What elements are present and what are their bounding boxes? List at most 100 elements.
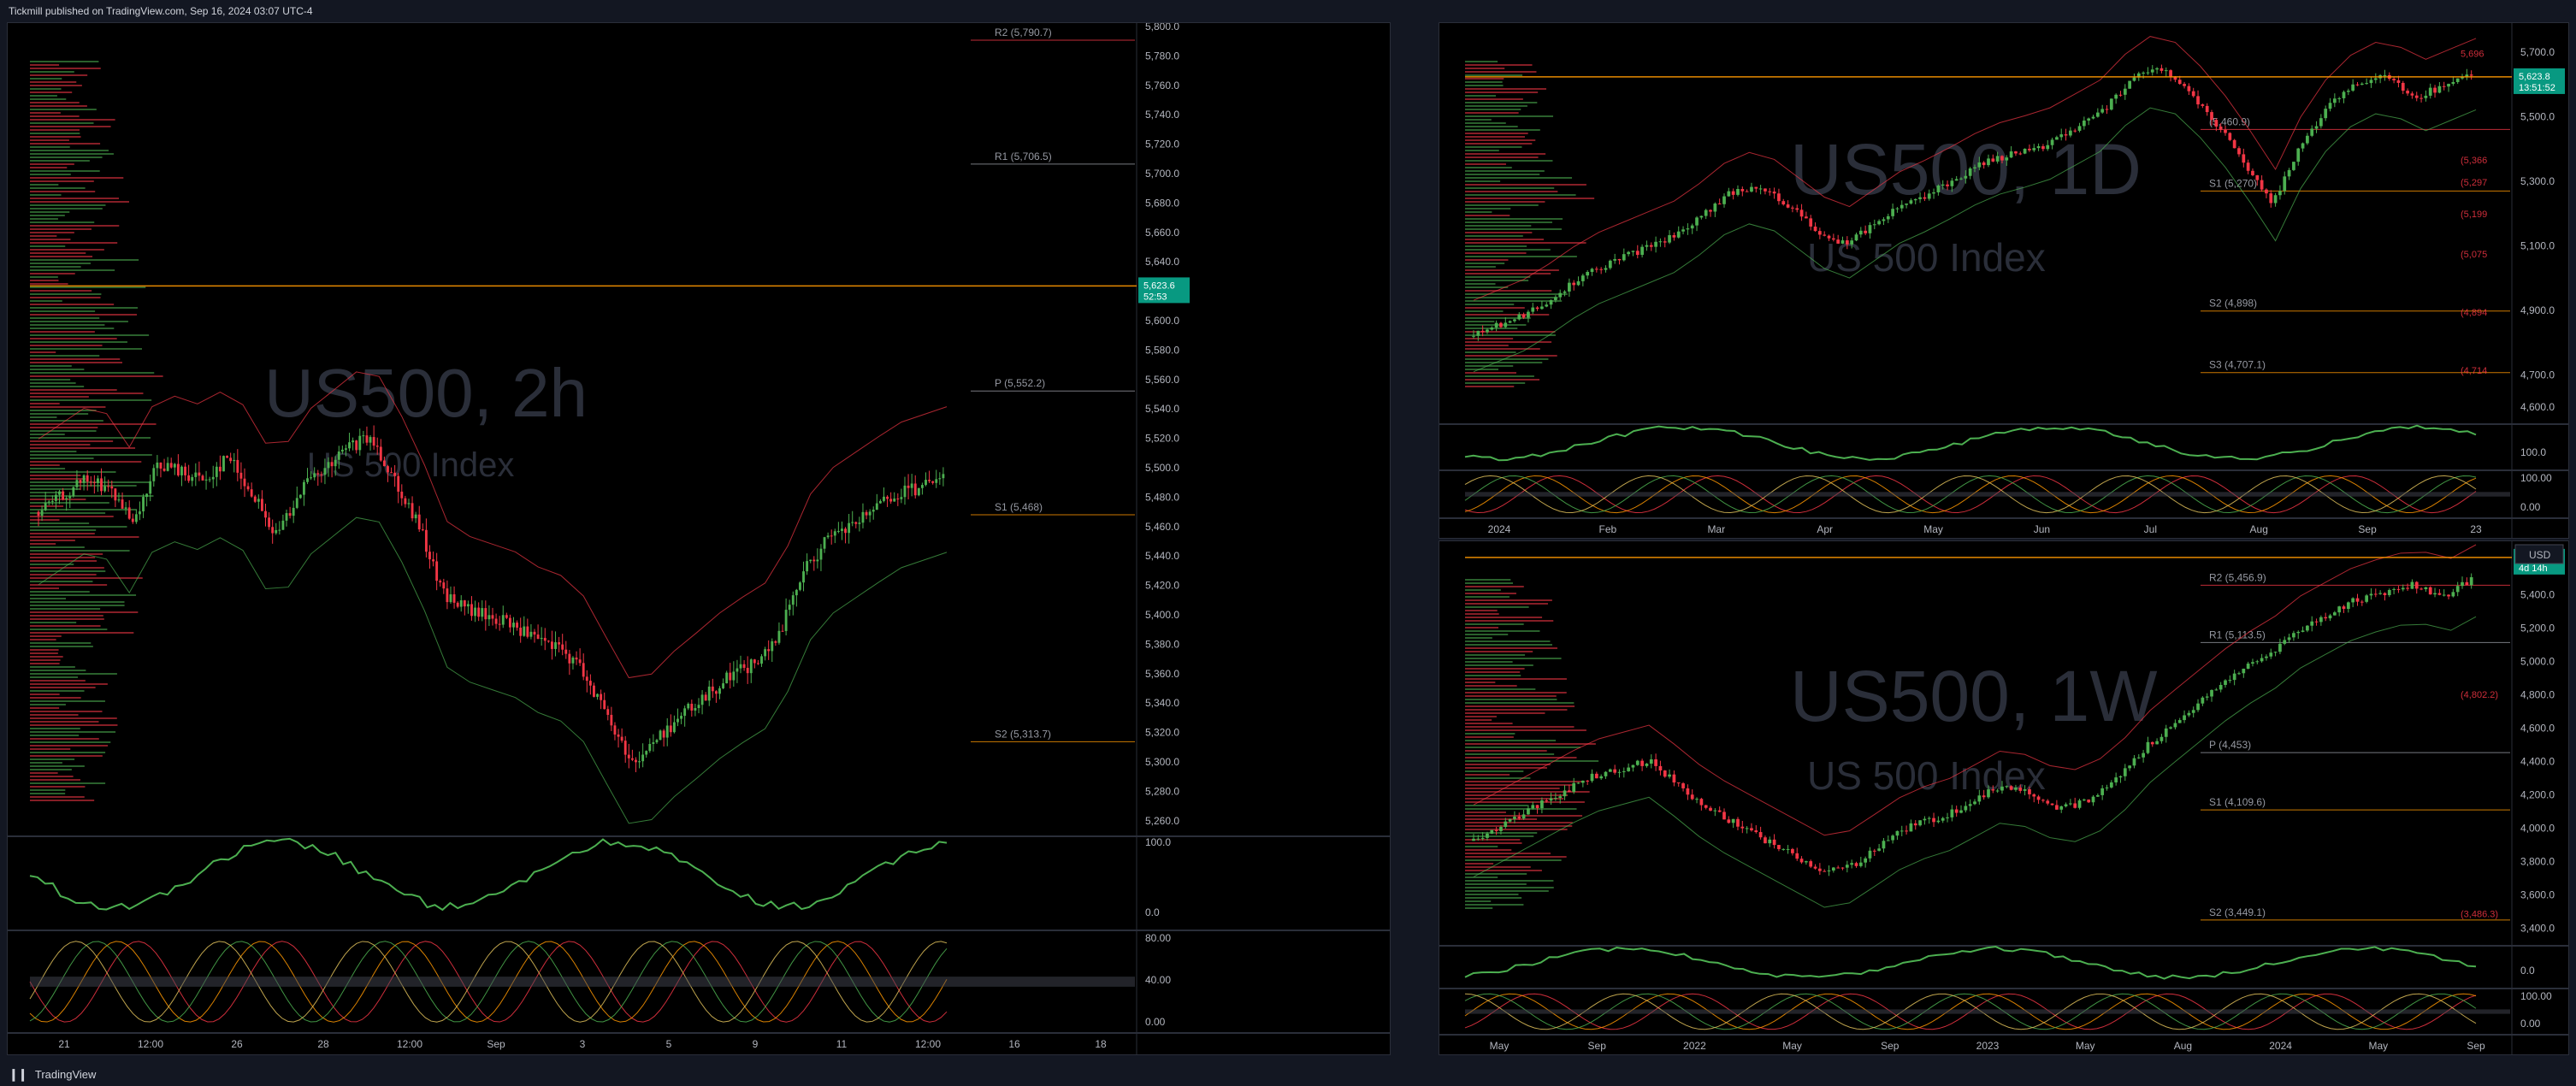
volume-profile-bar	[1465, 764, 1551, 765]
pivot-label: S1 (4,109.6)	[2209, 796, 2266, 808]
candle-body	[925, 480, 927, 486]
price-axis-label: 5,380.0	[1145, 638, 1179, 650]
volume-profile-bar	[1465, 685, 1517, 687]
time-axis-label: May	[1782, 1040, 1802, 1052]
time-axis-label: Apr	[1817, 523, 1833, 535]
volume-profile-bar	[1465, 623, 1524, 625]
candle-body	[139, 511, 141, 515]
candle-body	[1521, 814, 1526, 819]
volume-profile-bar	[1465, 688, 1536, 690]
candle-body	[1918, 820, 1922, 826]
volume-profile-bar	[30, 304, 115, 305]
candle-body	[79, 480, 82, 483]
candle-body	[82, 475, 86, 483]
candle-body	[2082, 121, 2086, 127]
volume-profile-bar	[30, 245, 66, 247]
candle-body	[1658, 765, 1663, 771]
candle-body	[1568, 282, 1571, 292]
candle-body	[1850, 240, 1854, 245]
chart-1w-canvas[interactable]: US500, 1WUS 500 Index5,600.05,400.05,200…	[1439, 541, 2569, 1055]
candle-body	[1795, 208, 1799, 210]
candle-body	[156, 462, 159, 469]
price-axis-label: 5,460.0	[1145, 521, 1179, 533]
candle-body	[2246, 664, 2250, 670]
candle-body	[2191, 91, 2195, 97]
candle-body	[564, 649, 568, 654]
pivot-label: S2 (3,449.1)	[2209, 906, 2266, 918]
volume-profile-bar	[1465, 740, 1557, 741]
volume-profile-bar	[30, 293, 102, 295]
volume-profile-bar	[30, 642, 92, 644]
candle-body	[97, 478, 99, 483]
candle-body	[1476, 838, 1480, 840]
candle-body	[1895, 830, 1900, 836]
volume-profile-bar	[30, 88, 62, 90]
candle-body	[2005, 786, 2009, 788]
volume-profile-bar	[1465, 664, 1533, 666]
candle-body	[907, 485, 910, 488]
candle-body	[86, 475, 89, 482]
chart-pane-1d[interactable]: US500, 1D US 500 Index 5,700.0 5,500.0 5,300…	[1439, 22, 2569, 539]
volume-profile-bar	[30, 745, 109, 747]
candle-body	[2419, 97, 2423, 99]
volume-profile-bar	[30, 78, 62, 80]
candle-body	[89, 481, 92, 483]
candle-body	[903, 485, 907, 498]
candle-body	[1676, 782, 1681, 784]
candle-body	[2355, 598, 2360, 602]
candle-body	[2369, 593, 2373, 596]
volume-profile-bar	[1465, 136, 1525, 138]
price-axis-label: 5,780.0	[1145, 50, 1179, 62]
volume-profile-bar	[1465, 221, 1552, 223]
chart-1d-canvas[interactable]: US500, 1DUS 500 Index5,700.05,500.05,300…	[1439, 23, 2569, 539]
volume-profile-bar	[30, 758, 75, 760]
candle-body	[298, 494, 302, 499]
volume-profile-bar	[1465, 825, 1573, 827]
side-level-label: 5,696	[2461, 50, 2484, 60]
stochastic-axis-label: 100.00	[2520, 472, 2552, 484]
volume-profile-bar	[30, 789, 66, 791]
volume-profile-bar	[1465, 822, 1573, 823]
candle-body	[1740, 826, 1745, 829]
volume-profile-bar	[30, 646, 93, 647]
candle-body	[2196, 96, 2200, 105]
candle-body	[1823, 871, 1827, 872]
chart-pane-2h[interactable]: US500, 2h US 500 Index 5,800.0 5,780.0 5,760…	[7, 22, 1391, 1055]
candle-body	[554, 642, 557, 649]
candle-body	[1695, 799, 1699, 800]
footer: ❙❙ TradingView	[0, 1063, 2576, 1085]
candle-body	[1868, 850, 1872, 859]
volume-profile-bar	[1465, 589, 1501, 591]
volume-profile-bar	[30, 98, 67, 100]
volume-profile-bar	[1465, 644, 1552, 646]
candle-body	[491, 615, 494, 619]
candle-body	[169, 463, 173, 468]
candle-body	[1717, 810, 1722, 812]
volume-profile-bar	[30, 717, 117, 719]
candle-body	[159, 462, 162, 469]
chart-pane-1w[interactable]: US500, 1WUS 500 Index5,600.05,400.05,200…	[1439, 540, 2569, 1055]
rsi-line	[29, 837, 948, 912]
candle-body	[2365, 595, 2369, 602]
chart-2h-canvas[interactable]: US500, 2hUS 500 Index5,800.05,780.05,760…	[8, 23, 1391, 1055]
volume-profile-bar	[30, 526, 127, 528]
volume-profile-bar	[1465, 78, 1504, 80]
time-axis-label: Aug	[2250, 523, 2268, 535]
candle-body	[1991, 789, 1995, 791]
volume-profile-bar	[1465, 338, 1514, 339]
candle-body	[275, 529, 278, 534]
candle-body	[2351, 84, 2355, 91]
candle-body	[1882, 219, 1886, 221]
candle-body	[1568, 790, 1571, 793]
candle-body	[697, 705, 700, 709]
candle-body	[1872, 224, 1876, 226]
candle-body	[1946, 184, 1949, 186]
candle-body	[1640, 760, 1644, 766]
volume-profile-bar	[1465, 613, 1499, 615]
rsi-axis-label: 0.0	[1145, 906, 1160, 918]
volume-profile-bar	[30, 707, 60, 709]
candle-body	[470, 604, 473, 617]
candle-body	[2273, 195, 2278, 204]
volume-profile-bar	[30, 782, 106, 784]
candle-body	[1731, 191, 1735, 195]
